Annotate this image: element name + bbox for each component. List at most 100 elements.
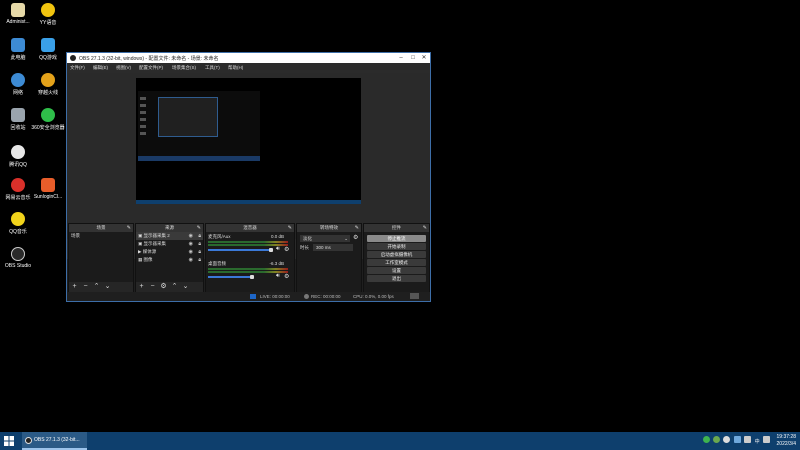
sunlogin-icon (41, 178, 55, 192)
desktop-icon-obs[interactable]: OBS Studio (0, 247, 36, 269)
taskbar: OBS 27.1.3 (32-bit... 中 19:37:28 2022/3/… (0, 432, 800, 450)
controls-body: 停止推流 开始录制 启动虚拟摄像机 工作室模式 设置 退出 (364, 232, 429, 294)
lock-icon[interactable]: 🔒︎ (198, 248, 201, 256)
transitions-title: 转场特效 (320, 225, 338, 230)
close-icon[interactable]: ✕ (419, 54, 429, 62)
dock-settings-icon[interactable]: ✎ (288, 224, 292, 232)
transitions-dock-header: 转场特效 ✎ (297, 224, 361, 232)
desktop-icon-360-browser[interactable]: 360安全浏览器 (30, 108, 66, 131)
gear-icon[interactable]: ⚙ (284, 273, 289, 280)
eye-icon[interactable]: ◉ (189, 248, 193, 256)
obs-logo-icon (70, 55, 76, 61)
dock-settings-icon[interactable]: ✎ (423, 224, 427, 232)
desktop-icon-qq[interactable]: 腾讯QQ (0, 145, 36, 168)
move-down-icon[interactable]: ⌄ (180, 282, 191, 292)
scene-list: 场景 (69, 232, 133, 284)
eye-icon[interactable]: ◉ (189, 232, 193, 240)
gear-icon[interactable]: ⚙ (284, 246, 289, 253)
source-item[interactable]: ▣ 显示器采集 ◉ 🔒︎ (136, 240, 203, 248)
exit-button[interactable]: 退出 (367, 275, 426, 282)
dock-settings-icon[interactable]: ✎ (355, 224, 359, 232)
preview-taskbar-strip (136, 200, 361, 204)
tray-app-icon[interactable] (702, 436, 710, 443)
ime-indicator[interactable]: 中 (755, 439, 760, 446)
preview-canvas[interactable] (136, 78, 361, 204)
volume-icon[interactable] (763, 436, 770, 443)
desktop-icon-yy[interactable]: YY语音 (30, 3, 66, 26)
microphone-icon[interactable] (733, 436, 741, 443)
move-down-icon[interactable]: ⌄ (102, 282, 113, 292)
windows-start-icon[interactable] (3, 435, 15, 447)
mic-channel-name: 麦克风/Aux (208, 234, 231, 239)
gear-icon[interactable]: ⚙ (158, 282, 169, 292)
move-up-icon[interactable]: ⌃ (169, 282, 180, 292)
desktop-icon-label: SunloginCl... (33, 194, 63, 200)
source-item[interactable]: ▣ 显示器采集 2 ◉ 🔒︎ (136, 232, 203, 240)
mixer-title: 混音器 (243, 225, 257, 230)
mic-volume-knob[interactable] (269, 248, 273, 252)
menu-profile[interactable]: 配置文件(P) (139, 65, 163, 71)
transition-select[interactable]: 淡化 ⌄ (300, 235, 350, 242)
speaker-icon[interactable]: 🔊︎ (276, 246, 280, 253)
tray-obs-icon[interactable] (723, 436, 731, 443)
remove-icon[interactable]: − (80, 282, 91, 292)
menu-tools[interactable]: 工具(T) (205, 65, 220, 71)
menu-help[interactable]: 帮助(H) (228, 65, 243, 71)
speaker-icon[interactable]: 🔊︎ (276, 273, 280, 280)
eye-icon[interactable]: ◉ (189, 256, 193, 264)
desktop-volume-slider[interactable] (208, 276, 252, 278)
source-list: ▣ 显示器采集 2 ◉ 🔒︎ ▣ 显示器采集 ◉ 🔒︎ ▶ 媒体源 ◉ 🔒︎ ▦ 图像 ◉ 🔒︎ (136, 232, 203, 284)
desktop-icon-crossfire[interactable]: 穿越火线 (30, 73, 66, 96)
desktop-icon-label: OBS Studio (4, 263, 32, 269)
tray-wechat-icon[interactable] (713, 436, 721, 443)
resize-grip-icon[interactable] (410, 293, 419, 299)
dock-settings-icon[interactable]: ✎ (127, 224, 131, 232)
menu-view[interactable]: 视图(V) (116, 65, 131, 71)
virtual-camera-button[interactable]: 启动虚拟摄像机 (367, 251, 426, 258)
lock-icon[interactable]: 🔒︎ (198, 240, 201, 248)
menu-file[interactable]: 文件(F) (70, 65, 85, 71)
minimize-icon[interactable]: – (396, 54, 406, 62)
obs-icon (11, 247, 25, 261)
add-icon[interactable]: + (136, 282, 147, 292)
start-recording-button[interactable]: 开始录制 (367, 243, 426, 250)
remove-icon[interactable]: − (147, 282, 158, 292)
mixer-channels: 麦克风/Aux 0.0 dB 🔊︎ ⚙ 桌面音频 -6.3 dB 🔊︎ ⚙ (206, 232, 294, 294)
stop-streaming-button[interactable]: 停止推流 (367, 235, 426, 242)
eye-icon[interactable]: ◉ (189, 240, 193, 248)
studio-mode-button[interactable]: 工作室模式 (367, 259, 426, 266)
move-up-icon[interactable]: ⌃ (91, 282, 102, 292)
title-bar[interactable]: OBS 27.1.3 (32-bit, windows) - 配置文件: 未命名… (67, 53, 430, 63)
menu-scene-collection[interactable]: 场景集合(S) (172, 65, 196, 71)
dock-settings-icon[interactable]: ✎ (197, 224, 201, 232)
network-icon[interactable] (744, 436, 752, 443)
source-item[interactable]: ▦ 图像 ◉ 🔒︎ (136, 256, 203, 264)
nested-taskbar (138, 156, 260, 161)
scene-item[interactable]: 场景 (69, 232, 133, 240)
lock-icon[interactable]: 🔒︎ (198, 232, 201, 240)
source-item[interactable]: ▶ 媒体源 ◉ 🔒︎ (136, 248, 203, 256)
lock-icon[interactable]: 🔒︎ (198, 256, 201, 264)
menu-edit[interactable]: 编辑(E) (93, 65, 108, 71)
clock[interactable]: 19:37:28 2022/3/4 (777, 434, 796, 448)
computer-icon (11, 38, 25, 52)
obs-window: OBS 27.1.3 (32-bit, windows) - 配置文件: 未命名… (66, 52, 431, 302)
gear-icon[interactable]: ⚙ (353, 234, 358, 241)
desktop-audio-name: 桌面音频 (208, 261, 226, 266)
mixer-dock: 混音器 ✎ 麦克风/Aux 0.0 dB 🔊︎ ⚙ 桌面音频 -6.3 dB 🔊… (205, 223, 295, 294)
mic-level-meter (208, 241, 288, 243)
duration-label: 时长 (300, 245, 309, 250)
settings-button[interactable]: 设置 (367, 267, 426, 274)
desktop-icon-qqgame[interactable]: QQ游戏 (30, 38, 66, 61)
taskbar-obs-button[interactable]: OBS 27.1.3 (32-bit... (22, 432, 87, 450)
add-icon[interactable]: + (69, 282, 80, 292)
sources-title: 来源 (165, 225, 174, 230)
desktop-icon-qq-music[interactable]: QQ音乐 (0, 212, 36, 235)
desktop-icon-sunlogin[interactable]: SunloginCl... (30, 178, 66, 200)
duration-input[interactable]: 300 ms (313, 244, 353, 251)
desktop-volume-knob[interactable] (250, 275, 254, 279)
menu-bar: 文件(F) 编辑(E) 视图(V) 配置文件(P) 场景集合(S) 工具(T) … (67, 63, 430, 73)
mic-volume-slider[interactable] (208, 249, 272, 251)
transitions-dock: 转场特效 ✎ 淡化 ⌄ ⚙ 时长 300 ms (296, 223, 362, 294)
maximize-icon[interactable]: □ (408, 54, 418, 62)
